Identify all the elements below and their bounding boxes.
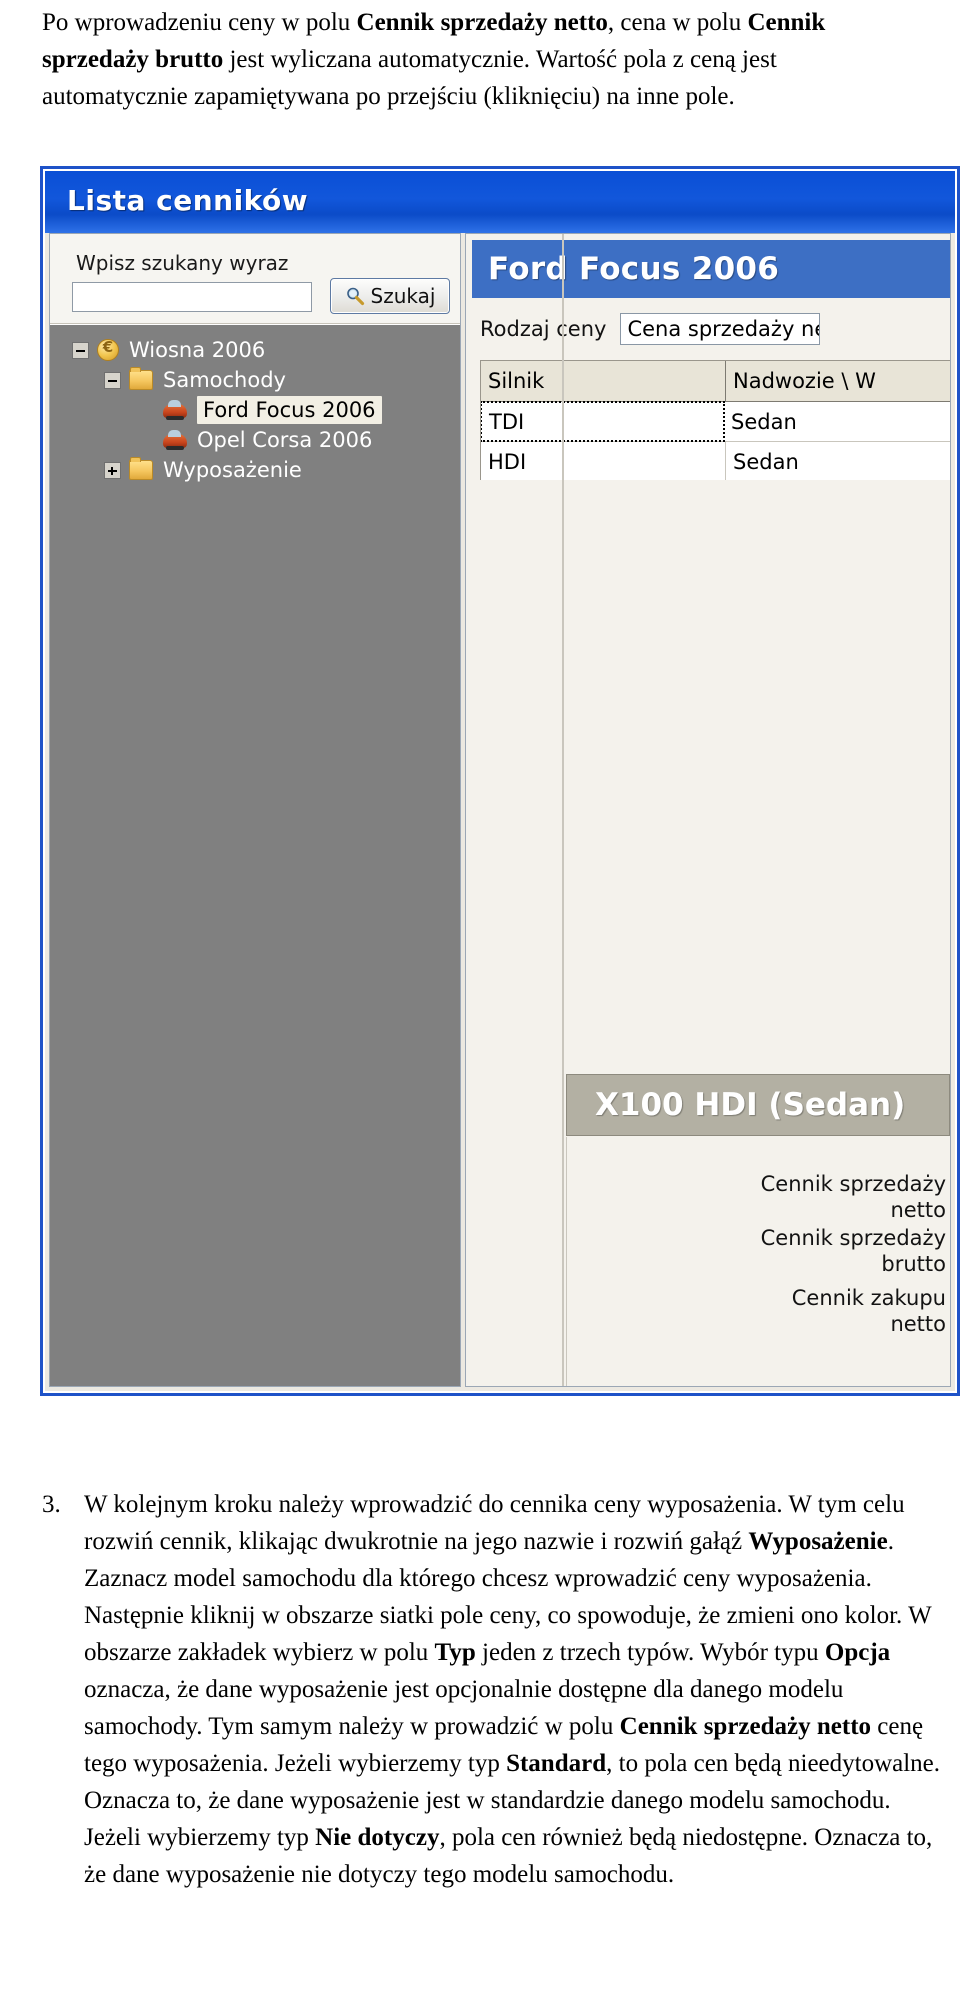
list-marker: 3. xyxy=(42,1491,61,1518)
left-pane: Wpisz szukany wyraz Szukaj Wiosna 2006Sa xyxy=(49,233,461,1387)
right-pane: Ford Focus 2006 Rodzaj ceny Cena sprzeda… xyxy=(465,233,951,1387)
window-title: Lista cenników xyxy=(67,184,309,217)
price-type-row: Rodzaj ceny Cena sprzedaży ne xyxy=(480,312,950,346)
field-label-cennik-zakupu-netto: Cennik zakupu netto xyxy=(791,1286,946,1336)
model-header-label: Ford Focus 2006 xyxy=(488,251,780,287)
magnifier-icon xyxy=(345,286,365,306)
intro-paragraph: Po wprowadzeniu ceny w polu Cennik sprze… xyxy=(42,4,922,115)
emphasis-text: Cennik sprzedaży netto xyxy=(619,1713,872,1740)
price-type-label: Rodzaj ceny xyxy=(480,317,607,341)
tree-node-label: Wiosna 2006 xyxy=(129,338,266,362)
body-text: Po wprowadzeniu ceny w polu xyxy=(42,9,357,36)
tree-node-label: Samochody xyxy=(163,368,286,392)
grid-row[interactable]: HDI Sedan xyxy=(481,442,950,480)
numbered-list-item: 3. W kolejnym kroku należy wprowadzić do… xyxy=(42,1486,942,1893)
grid-column-header[interactable]: Nadwozie \ W xyxy=(726,361,950,401)
tree-node[interactable]: Wyposażenie xyxy=(50,455,460,485)
grid-column-header[interactable]: Silnik xyxy=(481,361,726,401)
search-label: Wpisz szukany wyraz xyxy=(76,251,289,275)
grid-cell[interactable]: HDI xyxy=(481,442,726,480)
window-client-area: Lista cenników Wpisz szukany wyraz Szuka… xyxy=(43,169,957,1393)
grid-row[interactable]: TDI Sedan xyxy=(481,401,950,442)
collapse-minus-icon[interactable] xyxy=(104,371,121,389)
tree-node[interactable]: Ford Focus 2006 xyxy=(50,395,460,425)
emphasis-text: Opcja xyxy=(824,1639,891,1666)
field-label-cennik-sprzedazy-brutto: Cennik sprzedaży brutto xyxy=(760,1226,946,1276)
search-input[interactable] xyxy=(72,282,312,312)
grid-cell[interactable]: Sedan xyxy=(724,402,950,441)
folder-icon xyxy=(129,367,153,390)
emphasis-text: Wyposażenie xyxy=(748,1528,888,1555)
emphasis-text: Nie dotyczy xyxy=(315,1824,440,1851)
price-type-select[interactable]: Cena sprzedaży ne xyxy=(620,313,821,345)
collapse-minus-icon[interactable] xyxy=(72,341,89,359)
car-icon xyxy=(163,430,187,450)
equipment-fields: Cennik sprzedaży netto Cennik sprzedaży … xyxy=(566,1137,950,1386)
expand-plus-icon[interactable] xyxy=(104,461,121,479)
car-icon xyxy=(163,400,187,420)
list-body: W kolejnym kroku należy wprowadzić do ce… xyxy=(84,1486,942,1893)
pane-divider xyxy=(562,234,564,1386)
field-label-cennik-sprzedazy-netto: Cennik sprzedaży netto xyxy=(760,1172,946,1222)
engine-body-grid[interactable]: Silnik Nadwozie \ W TDI Sedan HDI Sedan xyxy=(480,360,950,480)
emphasis-text: Standard xyxy=(506,1750,607,1777)
equipment-header: X100 HDI (Sedan) xyxy=(566,1074,950,1136)
grid-body[interactable]: TDI Sedan HDI Sedan xyxy=(481,401,950,480)
model-header: Ford Focus 2006 xyxy=(472,240,950,298)
emphasis-text: Typ xyxy=(434,1639,476,1666)
tree-node-label: Ford Focus 2006 xyxy=(197,396,382,424)
folder-icon xyxy=(129,457,153,480)
tree-node[interactable]: Samochody xyxy=(50,365,460,395)
price-list-tree[interactable]: Wiosna 2006 Samochody Ford Focus 2006 Opel … xyxy=(50,325,460,1386)
search-button[interactable]: Szukaj xyxy=(330,278,450,314)
body-text: jeden z trzech typów. Wybór typu xyxy=(475,1639,825,1666)
body-text: , cena w polu xyxy=(607,9,748,36)
emphasis-text: Cennik sprzedaży netto xyxy=(356,9,608,36)
grid-header: Silnik Nadwozie \ W xyxy=(481,361,950,402)
window-titlebar: Lista cenników xyxy=(45,171,955,233)
tree-node-label: Wyposażenie xyxy=(163,458,302,482)
tree-node[interactable]: Wiosna 2006 xyxy=(50,335,460,365)
grid-cell[interactable]: Sedan xyxy=(726,442,950,480)
equipment-header-label: X100 HDI (Sedan) xyxy=(595,1087,906,1123)
search-button-label: Szukaj xyxy=(370,284,436,308)
money-icon xyxy=(97,338,119,361)
grid-cell[interactable]: TDI xyxy=(481,401,725,442)
search-area: Wpisz szukany wyraz Szukaj xyxy=(50,234,460,324)
application-screenshot: Lista cenników Wpisz szukany wyraz Szuka… xyxy=(40,166,960,1396)
tree-node-label: Opel Corsa 2006 xyxy=(197,428,373,452)
tree-node[interactable]: Opel Corsa 2006 xyxy=(50,425,460,455)
